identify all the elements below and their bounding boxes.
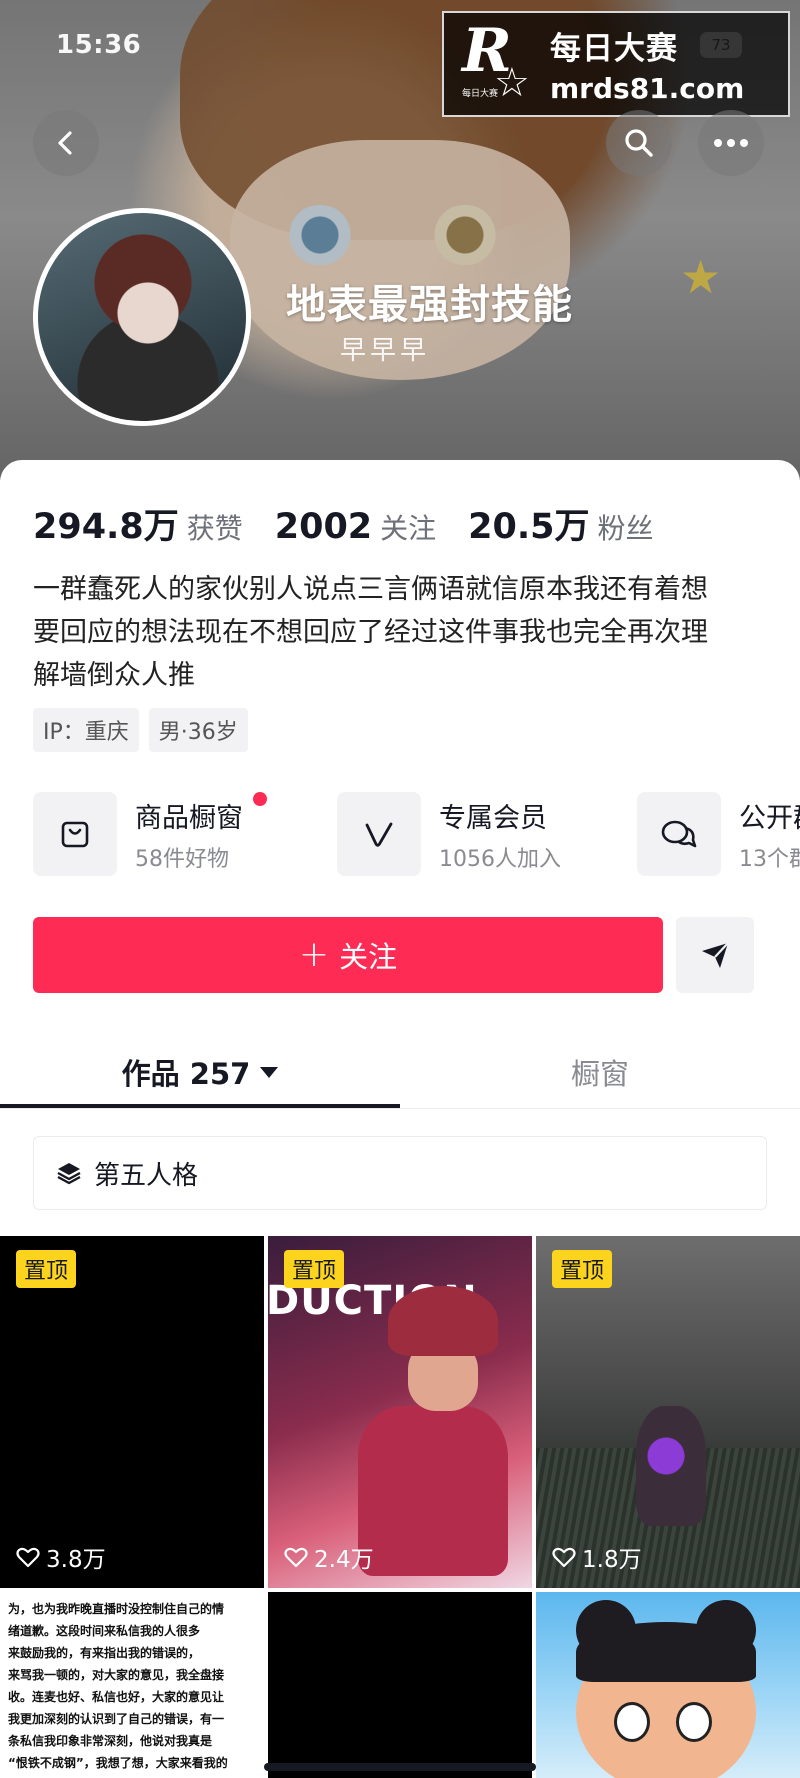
profile-card: 294.8万 获赞 2002 关注 20.5万 粉丝 一群蠢死人的家伙别人说点三…: [0, 460, 800, 1778]
thumbnail-text: 为，也为我昨晚直播时没控制住自己的情 绪道歉。这段时间来私信我的人很多 来鼓励我…: [8, 1598, 258, 1774]
feature-public-group[interactable]: 公开群 13个群: [637, 792, 800, 876]
video-thumbnail[interactable]: 置顶 1.8万: [536, 1236, 800, 1588]
thumbnail-text-line: 条私信我印象非常深刻，他说对我真是: [8, 1734, 213, 1748]
like-count: 3.8万: [16, 1540, 106, 1574]
collection-filter[interactable]: 第五人格: [33, 1136, 767, 1210]
video-thumbnail[interactable]: 为，也为我昨晚直播时没控制住自己的情 绪道歉。这段时间来私信我的人很多 来鼓励我…: [0, 1592, 264, 1778]
thumbnail-text-line: 为，也为我昨晚直播时没控制住自己的情: [8, 1602, 225, 1616]
stat-following[interactable]: 2002 关注: [275, 507, 436, 547]
bio-line: 解墙倒众人推: [33, 660, 195, 691]
watermark-overlay: R ☆ 每日大赛 每日大赛 mrds81.com: [442, 11, 790, 117]
watermark-name: 每日大赛: [550, 31, 678, 67]
pinned-badge: 置顶: [284, 1250, 345, 1288]
caret-down-icon: [260, 1066, 279, 1078]
tab-works[interactable]: 作品 257: [0, 1040, 400, 1104]
stat-value: 2002: [274, 507, 373, 547]
like-count: 1.8万: [552, 1540, 642, 1574]
ip-location-tag: IP：重庆: [33, 708, 139, 752]
pinned-badge: 置顶: [552, 1250, 613, 1288]
collection-label: 第五人格: [94, 1160, 199, 1191]
more-dots-icon: [714, 139, 748, 147]
feature-subtitle: 1056人加入: [439, 846, 561, 872]
thumbnail-text-line: 收。连麦也好、私信也好，大家的意见让: [8, 1690, 225, 1704]
home-indicator[interactable]: [264, 1763, 536, 1771]
profile-stats: 294.8万 获赞 2002 关注 20.5万 粉丝: [33, 498, 654, 549]
bio-line: 要回应的想法现在不想回应了经过这件事我也完全再次理: [33, 617, 708, 648]
stat-label: 获赞: [186, 512, 243, 545]
like-count-value: 1.8万: [582, 1547, 642, 1573]
gender-age-tag: 男·36岁: [148, 708, 248, 752]
tab-label: 橱窗: [570, 1057, 629, 1091]
plus-icon: +: [298, 934, 330, 975]
like-count-value: 3.8万: [46, 1547, 106, 1573]
layers-icon: [57, 1163, 81, 1185]
heart-icon: [552, 1547, 576, 1568]
search-button[interactable]: [606, 110, 672, 176]
thumbnail-text-line: 来鼓励我的，有来指出我的错误的，: [8, 1646, 201, 1660]
profile-nickname: 地表最强封技能: [286, 282, 573, 328]
heart-icon: [16, 1547, 40, 1568]
status-time: 15:36: [56, 30, 142, 60]
bag-icon: [33, 792, 117, 876]
thumbnail-text-line: 来骂我一顿的，对大家的意见，我全盘接: [8, 1668, 225, 1682]
stat-value: 20.5万: [468, 507, 590, 547]
tab-shop-window[interactable]: 橱窗: [400, 1040, 800, 1104]
search-icon: [625, 129, 653, 157]
feature-subtitle: 58件好物: [135, 846, 229, 872]
feature-title: 公开群: [739, 802, 800, 834]
notification-dot: [253, 792, 267, 806]
heart-icon: [284, 1547, 308, 1568]
paper-plane-icon: [702, 942, 729, 968]
feature-shop-window[interactable]: 商品橱窗 58件好物: [33, 792, 267, 876]
video-thumbnail[interactable]: [268, 1592, 532, 1778]
feature-entries: 商品橱窗 58件好物 专属会员 1056人加入 公开 13个群: [33, 792, 800, 876]
profile-tags: IP：重庆 男·36岁: [33, 708, 248, 752]
stat-label: 粉丝: [597, 512, 654, 545]
stat-followers[interactable]: 20.5万 粉丝: [468, 498, 653, 549]
tab-label: 作品 257: [121, 1057, 251, 1091]
watermark-url: mrds81.com: [550, 72, 745, 105]
feature-title: 专属会员: [439, 802, 547, 834]
thumbnail-text-line: “恨铁不成钢”，我想了想，大家来看我的: [8, 1756, 228, 1770]
follow-button[interactable]: + 关注: [33, 917, 663, 993]
bio-line: 一群蠢死人的家伙别人说点三言俩语就信原本我还有着想: [33, 574, 708, 605]
pinned-badge: 置顶: [16, 1250, 77, 1288]
video-thumbnail[interactable]: 置顶 3.8万: [0, 1236, 264, 1588]
feature-subtitle: 13个群: [739, 846, 800, 872]
more-options-button[interactable]: [698, 110, 764, 176]
video-thumbnail[interactable]: DUCTION 置顶 2.4万: [268, 1236, 532, 1588]
group-chat-icon: [637, 792, 721, 876]
profile-subname: 早早早: [340, 336, 431, 366]
video-thumbnail[interactable]: [536, 1592, 800, 1778]
follow-label: 关注: [339, 940, 398, 974]
watermark-logo: R ☆ 每日大赛: [462, 16, 534, 106]
thumbnail-text-line: 绪道歉。这段时间来私信我的人很多: [8, 1624, 201, 1638]
stat-likes[interactable]: 294.8万 获赞: [33, 498, 243, 549]
v-member-icon: [337, 792, 421, 876]
stat-value: 294.8万: [33, 507, 179, 547]
chevron-left-icon: [58, 131, 72, 155]
watermark-logo-small: 每日大赛: [462, 89, 499, 99]
feature-title: 商品橱窗: [135, 802, 243, 834]
avatar[interactable]: [33, 208, 251, 426]
profile-bio: 一群蠢死人的家伙别人说点三言俩语就信原本我还有着想 要回应的想法现在不想回应了经…: [33, 568, 773, 697]
back-button[interactable]: [33, 110, 99, 176]
thumbnail-text-line: 我更加深刻的认识到了自己的错误，有一: [8, 1712, 225, 1726]
star-icon: ☆: [494, 60, 530, 106]
profile-tabs: 作品 257 橱窗: [0, 1040, 800, 1110]
like-count: 2.4万: [284, 1540, 374, 1574]
like-count-value: 2.4万: [314, 1547, 374, 1573]
feature-membership[interactable]: 专属会员 1056人加入: [337, 792, 561, 876]
stat-label: 关注: [380, 512, 437, 545]
send-message-button[interactable]: [676, 917, 754, 993]
